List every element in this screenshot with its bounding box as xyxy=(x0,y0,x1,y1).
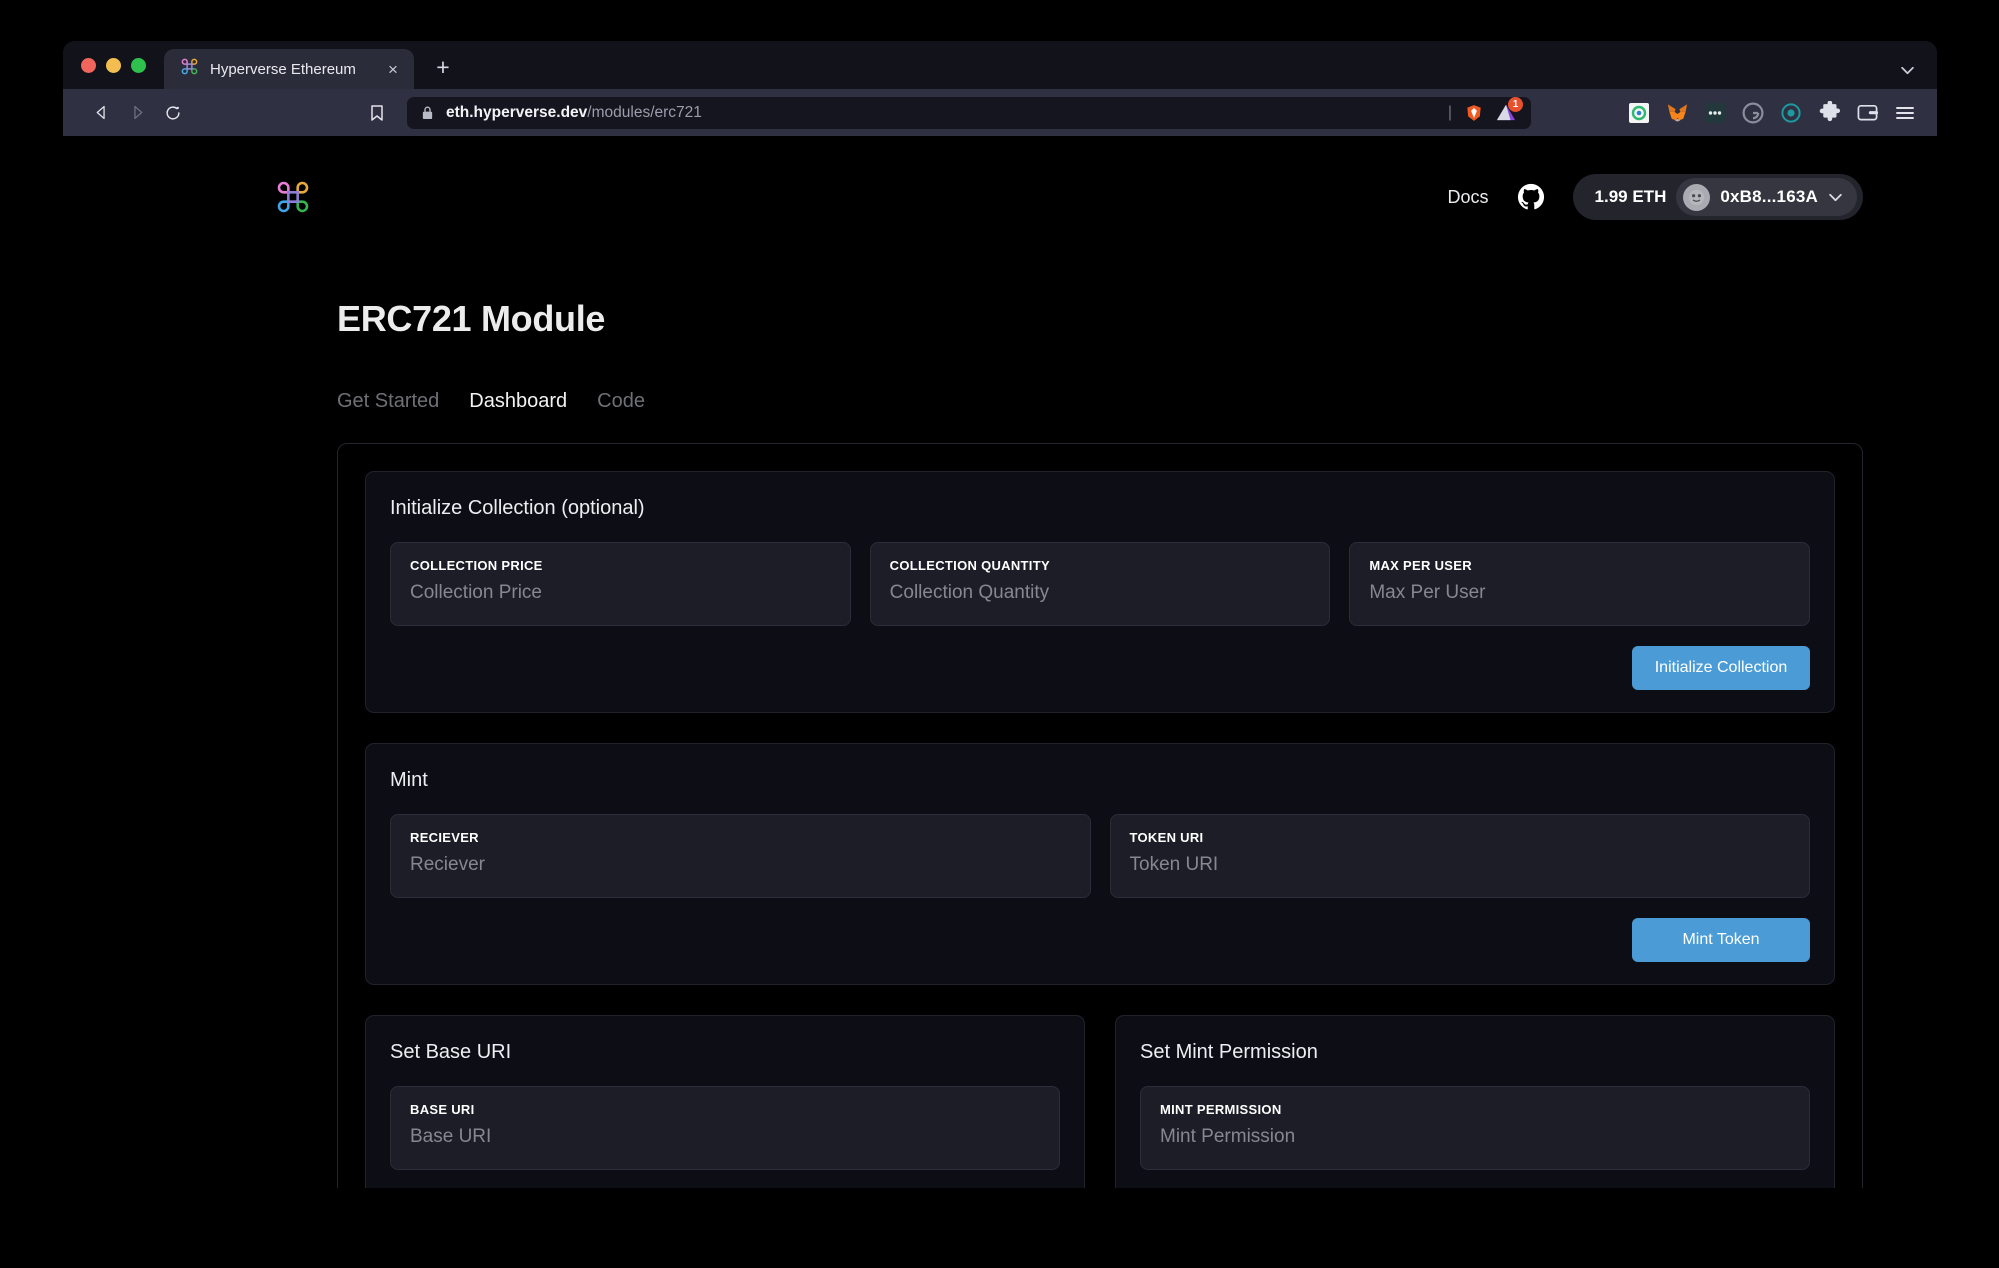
max-per-user-input[interactable]: Max Per User xyxy=(1369,582,1790,604)
brave-shield-icon[interactable] xyxy=(1463,102,1484,123)
tab-dashboard[interactable]: Dashboard xyxy=(469,390,567,413)
field-label: MINT PERMISSION xyxy=(1160,1102,1282,1117)
set-mint-permission-card: Set Mint Permission MINT PERMISSION Mint… xyxy=(1115,1015,1835,1188)
puzzle-extensions-icon[interactable] xyxy=(1817,101,1841,125)
field-row: COLLECTION PRICE Collection Price COLLEC… xyxy=(390,542,1811,626)
reciever-field[interactable]: RECIEVER Reciever xyxy=(390,814,1091,898)
base-uri-field[interactable]: BASE URI Base URI xyxy=(390,1086,1060,1170)
lock-icon xyxy=(421,105,434,120)
set-base-uri-card: Set Base URI BASE URI Base URI Set Base … xyxy=(365,1015,1085,1188)
card-title: Set Mint Permission xyxy=(1140,1041,1318,1063)
token-uri-input[interactable]: Token URI xyxy=(1130,854,1791,876)
collection-quantity-field[interactable]: COLLECTION QUANTITY Collection Quantity xyxy=(869,542,1331,626)
card-title: Mint xyxy=(390,769,428,791)
collection-price-field[interactable]: COLLECTION PRICE Collection Price xyxy=(390,542,851,626)
page-title: ERC721 Module xyxy=(337,298,606,339)
menu-icon[interactable] xyxy=(1893,101,1917,125)
browser-tab[interactable]: Hyperverse Ethereum × xyxy=(164,49,414,89)
field-row: MINT PERMISSION Mint Permission xyxy=(1140,1086,1810,1170)
field-label: BASE URI xyxy=(410,1102,475,1117)
field-label: MAX PER USER xyxy=(1369,558,1472,573)
field-label: TOKEN URI xyxy=(1129,830,1204,845)
traffic-lights xyxy=(81,41,164,89)
page-tabs: Get Started Dashboard Code xyxy=(337,390,1937,413)
bookmark-icon[interactable] xyxy=(359,97,395,129)
card-title: Set Base URI xyxy=(390,1041,512,1063)
wallet-pill[interactable]: 1.99 ETH 0xB8...163A xyxy=(1572,174,1863,220)
collection-price-input[interactable]: Collection Price xyxy=(410,582,831,604)
dashboard-panel: Initialize Collection (optional) COLLECT… xyxy=(337,443,1863,1188)
field-label: RECIEVER xyxy=(410,830,479,845)
card-title: Initialize Collection (optional) xyxy=(390,497,645,519)
avatar xyxy=(1683,183,1711,211)
address-bar[interactable]: eth.hyperverse.dev/modules/erc721 | 1 xyxy=(407,96,1531,129)
field-label: COLLECTION PRICE xyxy=(410,558,543,573)
forward-arrow-icon xyxy=(119,97,155,129)
wallet-address-button[interactable]: 0xB8...163A xyxy=(1676,178,1857,216)
page-content: Docs 1.99 ETH 0xB8...163A ERC721 Module … xyxy=(63,136,1937,1188)
field-label: COLLECTION QUANTITY xyxy=(889,558,1050,573)
browser-toolbar: eth.hyperverse.dev/modules/erc721 | 1 xyxy=(63,89,1937,136)
bottom-cards-row: Set Base URI BASE URI Base URI Set Base … xyxy=(365,1015,1835,1188)
mint-permission-input[interactable]: Mint Permission xyxy=(1160,1126,1790,1148)
tab-strip: Hyperverse Ethereum × + xyxy=(63,41,1937,89)
dots-extension-icon[interactable] xyxy=(1703,101,1727,125)
url-path: /modules/erc721 xyxy=(587,103,702,121)
token-uri-field[interactable]: TOKEN URI Token URI xyxy=(1109,814,1810,898)
chevron-down-icon xyxy=(1828,190,1843,204)
initialize-collection-card: Initialize Collection (optional) COLLECT… xyxy=(365,471,1835,713)
address-bar-actions: | 1 xyxy=(1447,97,1523,123)
new-tab-button[interactable]: + xyxy=(430,56,456,79)
site-header: Docs 1.99 ETH 0xB8...163A xyxy=(63,136,1937,220)
back-arrow-icon[interactable] xyxy=(83,97,119,129)
grammarly-icon[interactable] xyxy=(1741,101,1765,125)
header-actions: Docs 1.99 ETH 0xB8...163A xyxy=(1448,174,1863,220)
mint-card: Mint RECIEVER Reciever TOKEN URI Token U… xyxy=(365,743,1835,985)
close-icon[interactable]: × xyxy=(384,61,402,78)
eth-balance: 1.99 ETH xyxy=(1594,187,1667,206)
chevron-down-icon[interactable] xyxy=(1900,63,1915,78)
collection-quantity-input[interactable]: Collection Quantity xyxy=(890,582,1311,604)
green-ring-extension-icon[interactable] xyxy=(1627,101,1651,125)
tab-code[interactable]: Code xyxy=(597,390,645,413)
minimize-window-button[interactable] xyxy=(106,57,121,73)
mint-token-button[interactable]: Mint Token xyxy=(1632,918,1810,962)
close-window-button[interactable] xyxy=(81,57,96,73)
extensions-area xyxy=(1627,101,1917,125)
field-row: BASE URI Base URI xyxy=(390,1086,1060,1170)
reload-icon[interactable] xyxy=(155,97,191,129)
metamask-fox-icon[interactable] xyxy=(1665,101,1689,125)
wallet-icon[interactable] xyxy=(1855,101,1879,125)
extension-triangle-icon[interactable]: 1 xyxy=(1495,97,1523,123)
tab-get-started[interactable]: Get Started xyxy=(337,390,439,413)
docs-link[interactable]: Docs xyxy=(1448,187,1489,208)
button-row: Initialize Collection xyxy=(390,646,1810,690)
github-icon[interactable] xyxy=(1517,183,1545,211)
separator: | xyxy=(1447,103,1452,121)
reciever-input[interactable]: Reciever xyxy=(410,854,1071,876)
badge-count: 1 xyxy=(1508,97,1523,112)
teal-circle-extension-icon[interactable] xyxy=(1779,101,1803,125)
maximize-window-button[interactable] xyxy=(131,57,146,73)
max-per-user-field[interactable]: MAX PER USER Max Per User xyxy=(1349,542,1811,626)
hyperverse-command-logo[interactable] xyxy=(273,177,313,217)
initialize-collection-button[interactable]: Initialize Collection xyxy=(1632,646,1810,690)
command-knot-icon xyxy=(180,57,199,81)
button-row: Mint Token xyxy=(390,918,1810,962)
base-uri-input[interactable]: Base URI xyxy=(410,1126,1040,1148)
field-row: RECIEVER Reciever TOKEN URI Token URI xyxy=(390,814,1810,898)
browser-window: Hyperverse Ethereum × + eth.hyperverse.d… xyxy=(63,41,1937,1188)
mint-permission-field[interactable]: MINT PERMISSION Mint Permission xyxy=(1140,1086,1810,1170)
wallet-address: 0xB8...163A xyxy=(1720,187,1818,206)
url-host: eth.hyperverse.dev xyxy=(446,103,588,121)
tab-title: Hyperverse Ethereum xyxy=(210,60,356,78)
